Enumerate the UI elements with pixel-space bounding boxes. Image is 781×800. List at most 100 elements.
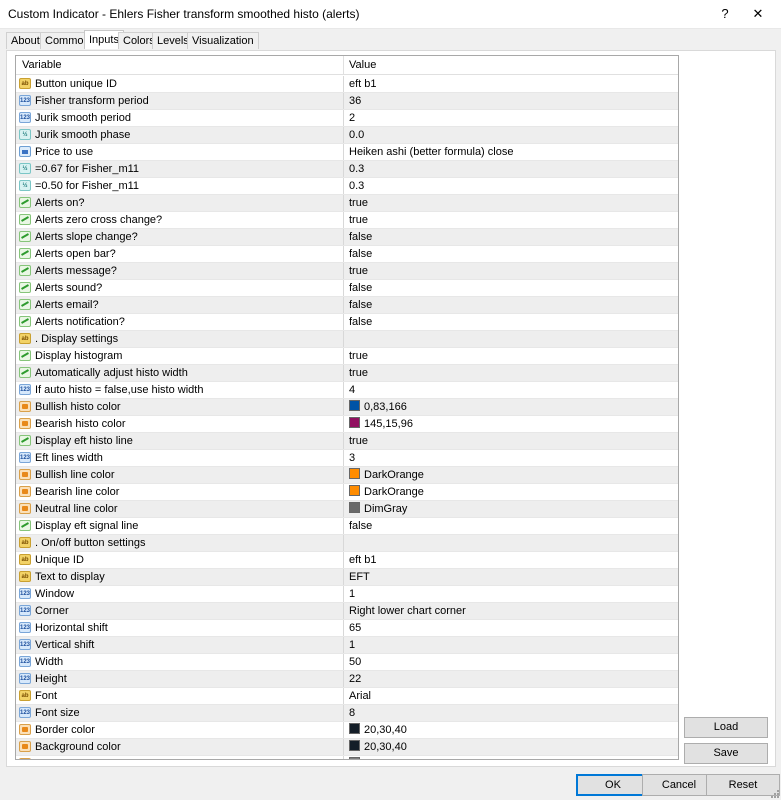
input-row[interactable]: Text color when on Gray: [16, 756, 678, 759]
variable-value[interactable]: Heiken ashi (better formula) close: [349, 144, 513, 160]
input-row[interactable]: 123 Horizontal shift 65: [16, 620, 678, 637]
input-row[interactable]: Bearish line color DarkOrange: [16, 484, 678, 501]
variable-value[interactable]: 0.3: [349, 161, 364, 177]
variable-value[interactable]: 50: [349, 654, 361, 670]
variable-value[interactable]: Arial: [349, 688, 371, 704]
input-row[interactable]: 123 Jurik smooth period 2: [16, 110, 678, 127]
variable-value[interactable]: 3: [349, 450, 355, 466]
help-button[interactable]: ?: [715, 4, 735, 24]
variable-value[interactable]: false: [349, 518, 372, 534]
input-row[interactable]: Alerts message? true: [16, 263, 678, 280]
variable-value[interactable]: false: [349, 246, 372, 262]
input-row[interactable]: Alerts open bar? false: [16, 246, 678, 263]
column-divider[interactable]: [343, 56, 344, 74]
input-row[interactable]: ab Font Arial: [16, 688, 678, 705]
variable-value[interactable]: 22: [349, 671, 361, 687]
input-row[interactable]: 123 Corner Right lower chart corner: [16, 603, 678, 620]
input-row[interactable]: Neutral line color DimGray: [16, 501, 678, 518]
input-row[interactable]: ab Button unique ID eft b1: [16, 76, 678, 93]
input-row[interactable]: Display histogram true: [16, 348, 678, 365]
variable-value[interactable]: true: [349, 212, 368, 228]
input-row[interactable]: ab . On/off button settings: [16, 535, 678, 552]
input-row[interactable]: 123 If auto histo = false,use histo width…: [16, 382, 678, 399]
load-button[interactable]: Load: [684, 717, 768, 738]
input-row[interactable]: Border color 20,30,40: [16, 722, 678, 739]
close-button[interactable]: ✕: [748, 4, 768, 24]
input-row[interactable]: 123 Height 22: [16, 671, 678, 688]
color-swatch[interactable]: [349, 740, 360, 751]
variable-value[interactable]: 1: [349, 586, 355, 602]
variable-value[interactable]: 20,30,40: [349, 722, 407, 738]
variable-value[interactable]: 36: [349, 93, 361, 109]
input-row[interactable]: Display eft signal line false: [16, 518, 678, 535]
variable-value[interactable]: 8: [349, 705, 355, 721]
variable-value[interactable]: 1: [349, 637, 355, 653]
input-row[interactable]: Alerts slope change? false: [16, 229, 678, 246]
input-row[interactable]: Bullish histo color 0,83,166: [16, 399, 678, 416]
color-swatch[interactable]: [349, 417, 360, 428]
variable-value[interactable]: 0,83,166: [349, 399, 407, 415]
tab-visualization[interactable]: Visualization: [187, 32, 259, 49]
variable-value[interactable]: true: [349, 348, 368, 364]
input-row[interactable]: 123 Window 1: [16, 586, 678, 603]
variable-value[interactable]: 0.0: [349, 127, 364, 143]
variable-value[interactable]: EFT: [349, 569, 370, 585]
variable-value[interactable]: false: [349, 229, 372, 245]
variable-value[interactable]: true: [349, 433, 368, 449]
variable-value[interactable]: Gray: [349, 756, 388, 759]
input-row[interactable]: Alerts on? true: [16, 195, 678, 212]
input-row[interactable]: 123 Width 50: [16, 654, 678, 671]
variable-value[interactable]: 2: [349, 110, 355, 126]
input-row[interactable]: ½ =0.67 for Fisher_m11 0.3: [16, 161, 678, 178]
input-row[interactable]: ab Text to display EFT: [16, 569, 678, 586]
tab-about[interactable]: About: [6, 32, 45, 49]
color-swatch[interactable]: [349, 502, 360, 513]
variable-value[interactable]: DarkOrange: [349, 484, 424, 500]
resize-grip-icon[interactable]: [769, 788, 779, 798]
variable-value[interactable]: 20,30,40: [349, 739, 407, 755]
input-row[interactable]: ½ Jurik smooth phase 0.0: [16, 127, 678, 144]
variable-value[interactable]: Right lower chart corner: [349, 603, 466, 619]
color-swatch[interactable]: [349, 400, 360, 411]
input-row[interactable]: 123 Vertical shift 1: [16, 637, 678, 654]
input-row[interactable]: Background color 20,30,40: [16, 739, 678, 756]
color-swatch[interactable]: [349, 723, 360, 734]
variable-value[interactable]: eft b1: [349, 552, 377, 568]
color-swatch[interactable]: [349, 485, 360, 496]
variable-value[interactable]: DimGray: [349, 501, 407, 517]
input-row[interactable]: Bullish line color DarkOrange: [16, 467, 678, 484]
input-row[interactable]: Alerts zero cross change? true: [16, 212, 678, 229]
input-row[interactable]: ab . Display settings: [16, 331, 678, 348]
input-row[interactable]: 123 Eft lines width 3: [16, 450, 678, 467]
input-row[interactable]: Price to use Heiken ashi (better formula)…: [16, 144, 678, 161]
input-row[interactable]: 123 Font size 8: [16, 705, 678, 722]
cancel-button[interactable]: Cancel: [642, 774, 716, 796]
variable-value[interactable]: 65: [349, 620, 361, 636]
variable-value[interactable]: false: [349, 280, 372, 296]
input-row[interactable]: 123 Fisher transform period 36: [16, 93, 678, 110]
variable-value[interactable]: true: [349, 365, 368, 381]
variable-value[interactable]: eft b1: [349, 76, 377, 92]
variable-value[interactable]: true: [349, 263, 368, 279]
variable-value[interactable]: 145,15,96: [349, 416, 413, 432]
ok-button[interactable]: OK: [576, 774, 650, 796]
color-swatch[interactable]: [349, 757, 360, 759]
variable-value[interactable]: false: [349, 297, 372, 313]
input-row[interactable]: Alerts sound? false: [16, 280, 678, 297]
variable-value[interactable]: DarkOrange: [349, 467, 424, 483]
column-header-variable[interactable]: Variable: [22, 59, 62, 71]
input-row[interactable]: ½ =0.50 for Fisher_m11 0.3: [16, 178, 678, 195]
input-row[interactable]: Alerts email? false: [16, 297, 678, 314]
color-swatch[interactable]: [349, 468, 360, 479]
input-row[interactable]: Alerts notification? false: [16, 314, 678, 331]
variable-value[interactable]: 4: [349, 382, 355, 398]
variable-value[interactable]: false: [349, 314, 372, 330]
input-row[interactable]: ab Unique ID eft b1: [16, 552, 678, 569]
column-header-value[interactable]: Value: [349, 59, 376, 71]
input-row[interactable]: Automatically adjust histo width true: [16, 365, 678, 382]
save-button[interactable]: Save: [684, 743, 768, 764]
variable-value[interactable]: 0.3: [349, 178, 364, 194]
input-row[interactable]: Display eft histo line true: [16, 433, 678, 450]
variable-value[interactable]: true: [349, 195, 368, 211]
input-row[interactable]: Bearish histo color 145,15,96: [16, 416, 678, 433]
